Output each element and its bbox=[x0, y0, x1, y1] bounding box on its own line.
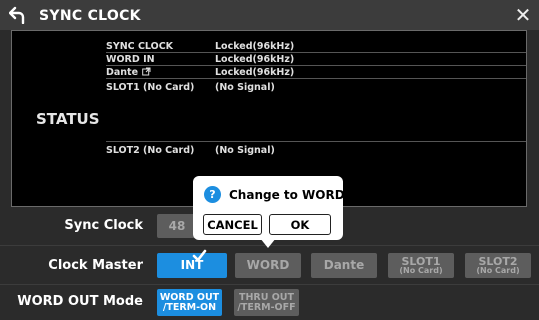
status-row-name-text: Dante bbox=[106, 67, 139, 78]
back-arrow-icon bbox=[9, 6, 25, 24]
clock-master-word-label: WORD bbox=[246, 258, 290, 272]
close-button[interactable]: ✕ bbox=[511, 3, 535, 27]
clock-master-slot2-sub: (No Card) bbox=[476, 266, 520, 275]
status-row-value: Locked(96kHz) bbox=[215, 54, 295, 65]
status-row-dante: Dante Locked(96kHz) bbox=[106, 66, 526, 79]
thru-out-term-off-line1: THRU OUT bbox=[238, 291, 295, 303]
sync-clock-value-text: 48 bbox=[168, 218, 186, 233]
status-row-name: SLOT1 (No Card) bbox=[106, 82, 195, 93]
clock-master-int-button[interactable]: INT bbox=[157, 249, 227, 278]
title-bar: SYNC CLOCK ✕ bbox=[0, 0, 539, 30]
thru-out-term-off-line2: /TERM-OFF bbox=[237, 301, 296, 313]
status-row-name: SYNC CLOCK bbox=[106, 41, 174, 52]
sync-clock-label: Sync Clock bbox=[64, 218, 143, 233]
word-out-term-on-line1: WORD OUT bbox=[159, 291, 220, 303]
clock-master-slot1-sub: (No Card) bbox=[399, 266, 443, 275]
word-out-mode-label: WORD OUT Mode bbox=[17, 294, 143, 309]
checkmark-icon bbox=[192, 249, 207, 262]
popup-title-text: Change to WORD? bbox=[229, 187, 352, 202]
cancel-button[interactable]: CANCEL bbox=[203, 214, 262, 235]
word-out-term-on-line2: /TERM-ON bbox=[162, 301, 217, 313]
word-out-term-on-button[interactable]: WORD OUT /TERM-ON bbox=[157, 289, 222, 316]
status-row-slot1: SLOT1 (No Card) (No Signal) bbox=[106, 81, 526, 94]
clock-master-slot2-button[interactable]: SLOT2 (No Card) bbox=[465, 253, 531, 278]
thru-out-term-off-button[interactable]: THRU OUT /TERM-OFF bbox=[234, 289, 299, 316]
popup-pointer bbox=[260, 238, 276, 248]
status-label: STATUS bbox=[36, 110, 100, 128]
status-row-value: (No Signal) bbox=[215, 82, 275, 93]
status-row-value: (No Signal) bbox=[215, 145, 275, 156]
confirm-popup: ? Change to WORD? CANCEL OK bbox=[193, 176, 352, 248]
clock-master-word-button[interactable]: WORD bbox=[235, 253, 301, 278]
status-row-name: WORD IN bbox=[106, 54, 155, 65]
ok-button[interactable]: OK bbox=[269, 214, 331, 235]
status-row-name: Dante bbox=[106, 67, 151, 78]
status-row-word-in: WORD IN Locked(96kHz) bbox=[106, 53, 526, 66]
external-link-icon bbox=[142, 67, 151, 76]
question-icon: ? bbox=[204, 186, 221, 203]
sync-clock-value: 48 bbox=[157, 214, 197, 238]
status-row-value: Locked(96kHz) bbox=[215, 41, 295, 52]
status-row-sync-clock: SYNC CLOCK Locked(96kHz) bbox=[106, 40, 526, 53]
status-row-name: SLOT2 (No Card) bbox=[106, 145, 195, 156]
back-button[interactable] bbox=[3, 2, 31, 28]
row-divider bbox=[0, 284, 539, 285]
clock-master-dante-button[interactable]: Dante bbox=[311, 253, 377, 278]
clock-master-label: Clock Master bbox=[48, 258, 143, 273]
popup-title: ? Change to WORD? bbox=[204, 186, 352, 203]
clock-master-dante-label: Dante bbox=[323, 258, 365, 272]
status-row-slot2: SLOT2 (No Card) (No Signal) bbox=[106, 141, 526, 156]
close-icon: ✕ bbox=[514, 3, 532, 27]
clock-master-slot1-button[interactable]: SLOT1 (No Card) bbox=[388, 253, 454, 278]
page-title: SYNC CLOCK bbox=[39, 8, 141, 24]
status-row-value: Locked(96kHz) bbox=[215, 67, 295, 78]
